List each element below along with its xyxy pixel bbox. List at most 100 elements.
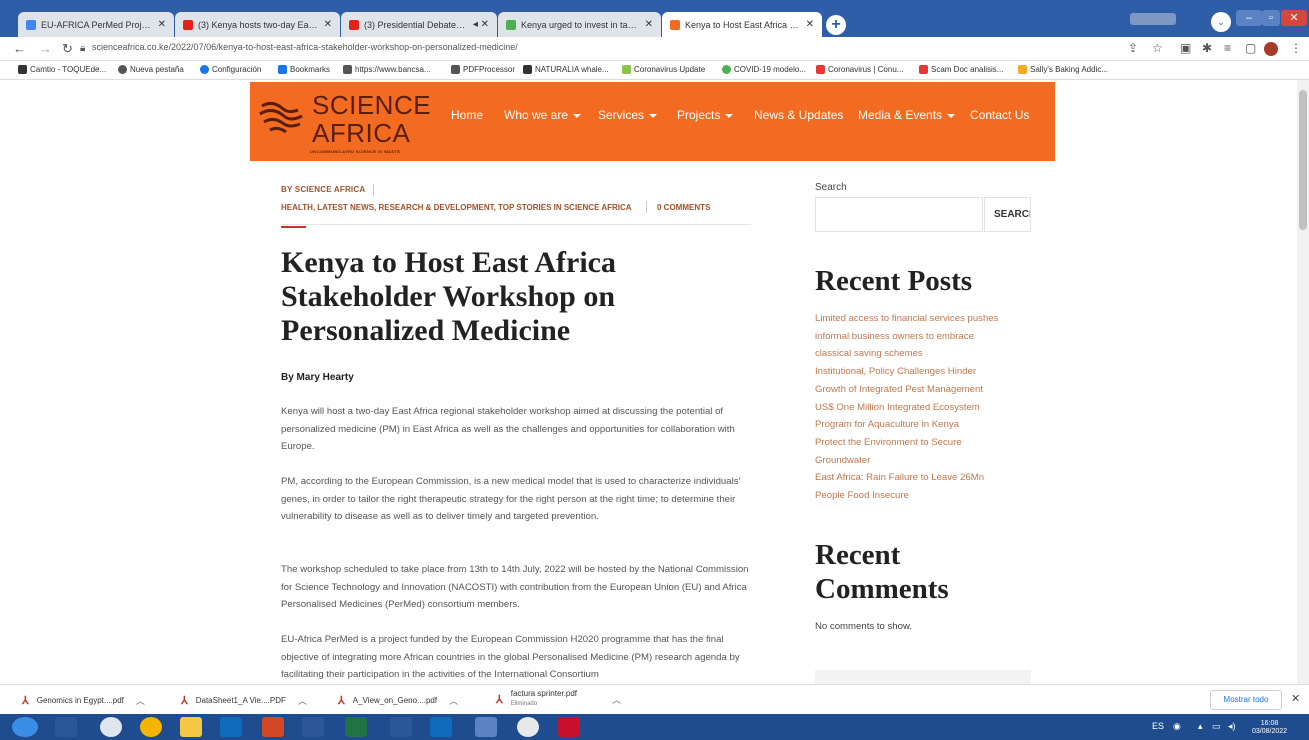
science-africa-logo-icon[interactable] xyxy=(258,96,306,136)
chevron-up-icon[interactable]: ︿ xyxy=(612,693,621,706)
s-icon xyxy=(451,65,460,74)
recent-post-link[interactable]: East Africa: Rain Failure to Leave 26Mn xyxy=(815,469,1035,487)
extension-icon[interactable]: ▣ xyxy=(1180,41,1191,55)
pdf-icon: ⅄ xyxy=(338,695,345,707)
bookmark-item[interactable]: COVID-19 modelo... xyxy=(722,65,806,74)
search-input[interactable] xyxy=(815,197,983,232)
close-icon[interactable]: ◂ ✕ xyxy=(473,19,489,30)
tab-youtube-kenya[interactable]: (3) Kenya hosts two-day East Afr ✕ xyxy=(175,12,340,37)
bookmark-item[interactable]: https://www.bancsa... xyxy=(343,65,431,74)
start-button[interactable] xyxy=(12,717,38,737)
chrome-icon[interactable] xyxy=(140,717,162,737)
network-icon[interactable]: ▭ xyxy=(1212,721,1221,732)
close-icon[interactable]: ✕ xyxy=(158,19,166,30)
back-arrow-icon[interactable]: ← xyxy=(13,41,26,56)
bookmark-item[interactable]: Sally's Baking Addic... xyxy=(1018,65,1108,74)
scrollbar-thumb[interactable] xyxy=(1299,90,1307,230)
recent-post-link[interactable]: US$ One Million Integrated Ecosystem xyxy=(815,399,1035,417)
close-icon[interactable]: ✕ xyxy=(645,19,653,30)
volume-icon[interactable]: ◂) xyxy=(1228,721,1236,732)
bookmark-item[interactable]: Configuración xyxy=(200,65,261,74)
window-close-button[interactable]: ✕ xyxy=(1281,10,1307,26)
nav-services[interactable]: Services xyxy=(598,108,658,122)
chevron-up-icon[interactable]: ︿ xyxy=(298,694,307,707)
recent-post-link[interactable]: classical saving schemes xyxy=(815,345,1035,363)
chevron-up-icon[interactable]: ︿ xyxy=(136,694,145,707)
bookmark-star-icon[interactable]: ☆ xyxy=(1152,41,1163,55)
recent-post-link[interactable]: Groundwater xyxy=(815,452,1035,470)
bookmark-item[interactable]: Nueva pestaña xyxy=(118,65,184,74)
bookmark-item[interactable]: NATURALIA whale... xyxy=(523,65,609,74)
article-byline-link[interactable]: BY SCIENCE AFRICA xyxy=(281,185,365,194)
download-item[interactable]: ⅄ A_View_on_Geno....pdf ︿ xyxy=(338,694,458,707)
tab-search-icon[interactable]: ⌄ xyxy=(1211,12,1231,32)
reload-icon[interactable]: ↻ xyxy=(62,41,73,57)
tab-presidential-debate[interactable]: (3) Presidential Debate 2022 ◂ ✕ xyxy=(341,12,497,37)
download-item[interactable]: ⅄ DataSheet1_A Vie....PDF ︿ xyxy=(181,694,307,707)
page-scrollbar[interactable] xyxy=(1297,80,1309,684)
recent-post-link[interactable]: Program for Aquaculture in Kenya xyxy=(815,416,1035,434)
nav-news-updates[interactable]: News & Updates xyxy=(754,108,843,122)
pdf-icon: ⅄ xyxy=(181,695,188,707)
tab-kenya-host-active[interactable]: Kenya to Host East Africa Stakeh ✕ xyxy=(662,12,822,37)
bookmark-item[interactable]: Bookmarks xyxy=(278,65,330,74)
profile-avatar[interactable] xyxy=(1264,42,1278,56)
language-indicator[interactable]: ES xyxy=(1152,721,1164,731)
download-item[interactable]: ⅄ Genomics in Egypt....pdf ︿ xyxy=(22,694,145,707)
nav-home[interactable]: Home xyxy=(451,108,483,122)
menu-dots-icon[interactable]: ⋮ xyxy=(1290,41,1302,55)
reading-list-icon[interactable]: ≡ xyxy=(1224,41,1231,55)
nav-who-we-are[interactable]: Who we are xyxy=(504,108,582,122)
close-icon[interactable]: ✕ xyxy=(1291,692,1300,705)
lock-icon[interactable]: 🔒︎ xyxy=(80,43,85,54)
nav-projects[interactable]: Projects xyxy=(677,108,734,122)
show-all-downloads-button[interactable]: Mostrar todo xyxy=(1210,690,1282,710)
app-icon[interactable] xyxy=(100,717,122,737)
minimize-button[interactable]: – xyxy=(1236,10,1262,26)
app-icon[interactable] xyxy=(390,717,412,737)
forward-arrow-icon[interactable]: → xyxy=(39,41,52,56)
folder-icon[interactable] xyxy=(180,717,202,737)
url-field[interactable]: scienceafrica.co.ke/2022/07/06/kenya-to-… xyxy=(92,42,518,52)
system-clock[interactable]: 16:08 03/08/2022 xyxy=(1252,720,1287,736)
recent-post-link[interactable]: informal business owners to embrace xyxy=(815,328,1035,346)
tray-arrow-icon[interactable]: ▴ xyxy=(1198,721,1203,732)
excel-icon[interactable] xyxy=(345,717,367,737)
app-icon[interactable] xyxy=(55,717,77,737)
comments-count-link[interactable]: 0 COMMENTS xyxy=(657,203,710,212)
chevron-up-icon[interactable]: ︿ xyxy=(449,694,458,707)
article-categories[interactable]: HEALTH, LATEST NEWS, RESEARCH & DEVELOPM… xyxy=(281,203,632,212)
outlook-icon[interactable] xyxy=(220,717,242,737)
close-icon[interactable]: ✕ xyxy=(324,19,332,30)
tab-kenya-urged[interactable]: Kenya urged to invest in targete ✕ xyxy=(498,12,661,37)
outlook-icon[interactable] xyxy=(430,717,452,737)
download-item[interactable]: ⅄ factura sprinter.pdf Eliminado ︿ xyxy=(496,689,621,709)
recent-post-link[interactable]: Institutional, Policy Challenges Hinder xyxy=(815,363,1035,381)
share-icon[interactable]: ⇪ xyxy=(1128,41,1138,55)
app-icon[interactable] xyxy=(475,717,497,737)
recent-post-link[interactable]: Limited access to financial services pus… xyxy=(815,310,1035,328)
site-icon xyxy=(506,19,516,30)
recent-post-link[interactable]: People Food Insecure xyxy=(815,487,1035,505)
recent-post-link[interactable]: Protect the Environment to Secure xyxy=(815,434,1035,452)
nav-contact-us[interactable]: Contact Us xyxy=(970,108,1029,122)
bookmark-item[interactable]: PDFProcessor xyxy=(451,65,515,74)
recent-post-link[interactable]: Growth of Integrated Pest Management xyxy=(815,381,1035,399)
acrobat-icon[interactable] xyxy=(558,717,580,737)
bookmark-item[interactable]: Camtio - TOQUEde... xyxy=(18,65,106,74)
powerpoint-icon[interactable] xyxy=(262,717,284,737)
puzzle-icon[interactable]: ✱ xyxy=(1202,41,1212,55)
bookmark-item[interactable]: Coronavirus Update xyxy=(622,65,705,74)
maximize-button[interactable]: ▫ xyxy=(1262,10,1280,26)
bookmark-item[interactable]: Coronavirus | Conu... xyxy=(816,65,903,74)
new-tab-button[interactable]: + xyxy=(826,15,846,35)
close-icon[interactable]: ✕ xyxy=(806,19,814,30)
help-icon[interactable]: ◉ xyxy=(1173,721,1181,732)
bookmark-item[interactable]: Scam Doc analisis... xyxy=(919,65,1003,74)
sidebar-icon[interactable]: ▢ xyxy=(1245,41,1256,55)
tab-eu-africa[interactable]: EU-AFRICA PerMed Project - Go ✕ xyxy=(18,12,174,37)
search-button[interactable]: SEARCH xyxy=(984,197,1031,232)
chrome-icon[interactable] xyxy=(517,717,539,737)
nav-media-events[interactable]: Media & Events xyxy=(858,108,956,122)
word-icon[interactable] xyxy=(302,717,324,737)
